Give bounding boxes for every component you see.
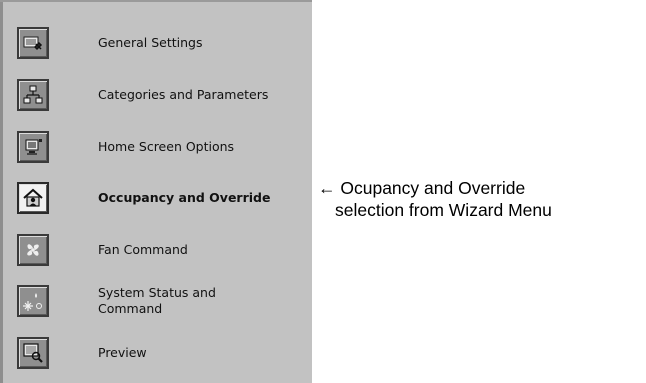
fan-command-icon: [17, 234, 49, 266]
callout-line-2: selection from Wizard Menu: [335, 200, 552, 220]
screenshot-stage: General Settings Categories and Paramete…: [0, 0, 646, 383]
menu-item-occupancy-override[interactable]: Occupancy and Override: [17, 178, 307, 218]
occupancy-override-icon: [17, 182, 49, 214]
system-status-icon: [17, 285, 49, 317]
menu-item-label: General Settings: [98, 35, 203, 50]
general-settings-icon: [17, 27, 49, 59]
menu-item-label: Occupancy and Override: [98, 190, 271, 205]
menu-item-general-settings[interactable]: General Settings: [17, 23, 307, 63]
menu-item-label: System Status and Command: [98, 285, 216, 316]
panel-left-border: [0, 0, 3, 383]
callout-annotation: ← Ocupancy and Override selection from W…: [318, 177, 644, 221]
wizard-menu-panel: General Settings Categories and Paramete…: [0, 0, 312, 383]
panel-top-border: [0, 0, 312, 2]
menu-item-preview[interactable]: Preview: [17, 333, 307, 373]
menu-item-label: Preview: [98, 345, 147, 360]
categories-parameters-icon: [17, 79, 49, 111]
menu-item-system-status-command[interactable]: System Status and Command: [17, 281, 307, 321]
menu-item-label: Fan Command: [98, 242, 188, 257]
home-screen-options-icon: [17, 131, 49, 163]
menu-item-label: Categories and Parameters: [98, 87, 269, 102]
menu-item-fan-command[interactable]: Fan Command: [17, 230, 307, 270]
callout-line-1: ← Ocupancy and Override: [318, 178, 526, 198]
menu-item-label: Home Screen Options: [98, 139, 235, 154]
preview-icon: [17, 337, 49, 369]
menu-item-categories-parameters[interactable]: Categories and Parameters: [17, 75, 307, 115]
menu-item-home-screen-options[interactable]: Home Screen Options: [17, 127, 307, 167]
